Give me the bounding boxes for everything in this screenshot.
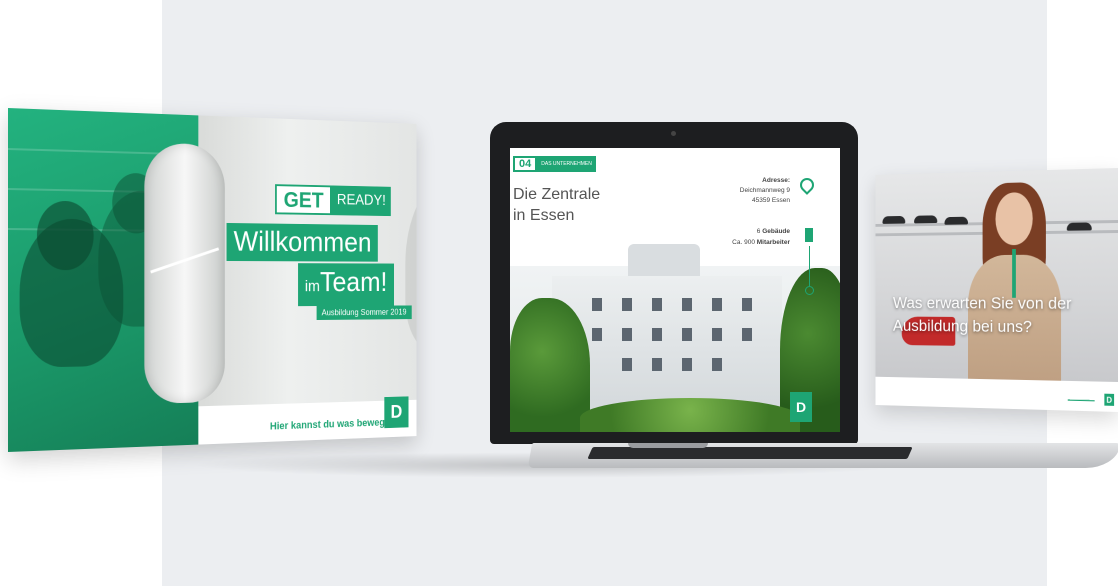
- slide-title: Die Zentrale in Essen: [513, 184, 600, 226]
- get-ready-badge: GET READY!: [275, 184, 391, 216]
- question-text: Was erwarten Sie von der Ausbildung bei …: [893, 292, 1076, 340]
- location-pin-icon: [797, 175, 817, 195]
- deichmann-logo: D: [790, 392, 812, 422]
- ready-label: READY!: [332, 185, 391, 216]
- address-block: Adresse: Deichmannweg 9 45359 Essen: [740, 176, 790, 206]
- building-window: [622, 328, 632, 341]
- building-window: [682, 328, 692, 341]
- woman-face: [995, 192, 1032, 245]
- building-window: [682, 358, 692, 371]
- section-number: 04: [513, 156, 537, 172]
- laptop-lid: 04 DAS UNTERNEHMEN Die Zentrale in Essen…: [490, 122, 858, 444]
- building-window: [742, 328, 752, 341]
- slide-subtitle: Ausbildung Sommer 2019: [317, 305, 412, 320]
- building-window: [682, 298, 692, 311]
- address-city: 45359 Essen: [740, 196, 790, 206]
- welcome-title-im: im: [305, 277, 320, 295]
- shoe-on-shelf: [944, 217, 968, 225]
- welcome-title-line2: imTeam!: [298, 263, 394, 306]
- building-window: [652, 298, 662, 311]
- person-head: [37, 201, 94, 271]
- building-window: [592, 328, 602, 341]
- section-badge: 04 DAS UNTERNEHMEN: [513, 156, 596, 172]
- laptop-hinge-notch: [628, 443, 708, 448]
- stats-block: 6 Gebäude Ca. 900 Mitarbeiter: [732, 226, 790, 248]
- deichmann-logo: D: [1104, 394, 1114, 406]
- deichmann-logo: D: [384, 396, 408, 428]
- welcome-title-line1: Willkommen: [227, 223, 379, 262]
- buildings-stat: 6 Gebäude: [732, 226, 790, 237]
- sneaker-image: [144, 142, 224, 404]
- building-window: [592, 298, 602, 311]
- question-line2: Ausbildung bei uns?: [893, 315, 1076, 340]
- section-label: DAS UNTERNEHMEN: [537, 156, 596, 172]
- welcome-title-team: Team!: [320, 267, 387, 298]
- employees-stat: Ca. 900 Mitarbeiter: [732, 237, 790, 248]
- laptop-keyboard: [587, 447, 912, 459]
- connector-dot: [805, 286, 814, 295]
- building-window: [652, 328, 662, 341]
- building-window: [652, 358, 662, 371]
- lanyard: [1012, 249, 1016, 298]
- building-window: [712, 328, 722, 341]
- building-window: [712, 358, 722, 371]
- tree-left: [510, 298, 590, 432]
- building-window: [622, 358, 632, 371]
- slide-title-line1: Die Zentrale: [513, 184, 600, 205]
- connector-line: [809, 246, 810, 286]
- question-line1: Was erwarten Sie von der: [893, 292, 1076, 316]
- building-window: [622, 298, 632, 311]
- shoe-on-shelf: [914, 215, 937, 223]
- bushes: [580, 398, 800, 432]
- question-slide: Was erwarten Sie von der Ausbildung bei …: [875, 168, 1118, 412]
- laptop-screen: 04 DAS UNTERNEHMEN Die Zentrale in Essen…: [510, 148, 840, 432]
- building-window: [712, 298, 722, 311]
- shoe-on-shelf: [1067, 222, 1092, 230]
- store-photo: Was erwarten Sie von der Ausbildung bei …: [875, 168, 1118, 382]
- building-icon: [805, 228, 813, 242]
- shoe-on-shelf: [882, 216, 905, 224]
- slide-title-line2: in Essen: [513, 205, 600, 226]
- building-window: [742, 298, 752, 311]
- background-person: [405, 178, 416, 351]
- welcome-slide: GET READY! Willkommen imTeam! Ausbildung…: [8, 108, 417, 452]
- footer-small-text: ▬▬▬▬▬▬▬: [1068, 397, 1095, 403]
- get-label: GET: [275, 184, 332, 215]
- laptop-camera: [671, 131, 676, 136]
- address-label: Adresse:: [740, 176, 790, 186]
- address-street: Deichmannweg 9: [740, 186, 790, 196]
